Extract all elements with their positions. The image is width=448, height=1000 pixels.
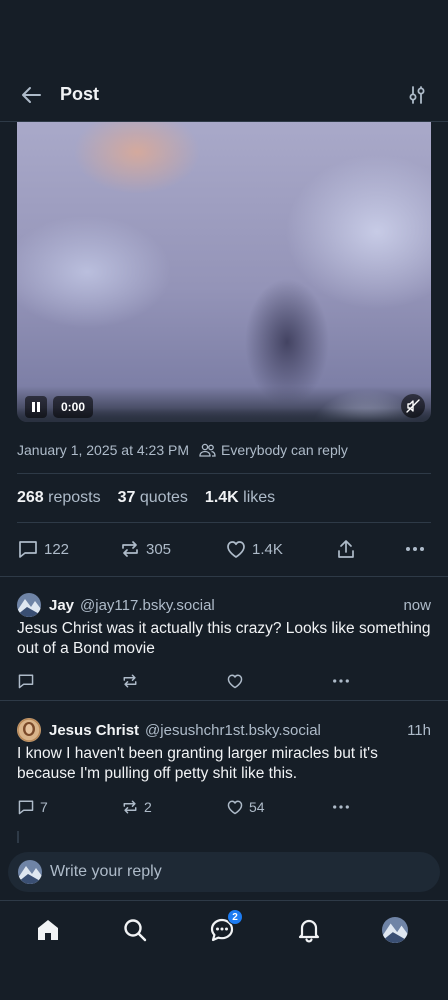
page-title: Post: [60, 84, 100, 104]
bottom-tab-bar: 2: [0, 900, 448, 1000]
reply-actions: 7 2 54: [17, 797, 431, 817]
reply-author-name[interactable]: Jay: [49, 597, 74, 614]
tab-profile[interactable]: [380, 915, 410, 945]
more-icon: [333, 805, 349, 809]
more-button[interactable]: [332, 671, 350, 691]
likes-count: 1.4K: [204, 489, 239, 506]
heart-icon: [227, 541, 245, 558]
divider: [0, 700, 448, 701]
tab-notifications[interactable]: [294, 915, 324, 945]
divider: [0, 576, 448, 577]
tab-chat[interactable]: 2: [207, 909, 243, 945]
comment-icon: [18, 674, 34, 689]
more-button[interactable]: [405, 537, 425, 561]
like-count: 54: [249, 799, 265, 815]
share-button[interactable]: [335, 537, 357, 561]
tab-home[interactable]: [33, 915, 63, 945]
reply-item[interactable]: Jesus Christ @jesushchr1st.bsky.social 1…: [0, 718, 448, 830]
post-meta: January 1, 2025 at 4:23 PM Everybody can…: [17, 442, 348, 458]
repost-icon: [123, 674, 137, 688]
divider: [17, 522, 431, 523]
reply-time: 11h: [407, 722, 431, 739]
back-arrow-icon: [22, 86, 41, 103]
reposts-label: reposts: [48, 489, 101, 506]
pause-icon: [32, 402, 40, 412]
chat-badge: 2: [227, 909, 243, 925]
top-bar: Post: [0, 68, 448, 122]
repost-button[interactable]: 305: [119, 537, 171, 561]
reply-text: I know I haven't been granting larger mi…: [17, 745, 378, 782]
likes-stat[interactable]: 1.4K likes: [205, 489, 275, 507]
reply-button[interactable]: 7: [17, 797, 48, 817]
comment-icon: [19, 541, 37, 558]
more-button[interactable]: [332, 797, 350, 817]
thread-settings-button[interactable]: [402, 80, 432, 110]
reply-author-handle[interactable]: @jesushchr1st.bsky.social: [145, 722, 321, 739]
reply-time: now: [403, 597, 431, 614]
quotes-stat[interactable]: 37 quotes: [118, 489, 188, 507]
avatar[interactable]: [17, 718, 41, 742]
post-date: January 1, 2025 at 4:23 PM: [17, 442, 189, 458]
post-stats: 268 reposts 37 quotes 1.4K likes: [17, 489, 275, 507]
mute-icon: [406, 399, 420, 413]
heart-icon: [227, 800, 243, 815]
reply-count: 7: [40, 799, 48, 815]
mute-button[interactable]: [401, 394, 425, 418]
post-actions: 122 305 1.4K: [17, 537, 431, 561]
reply-header: Jay @jay117.bsky.social: [17, 593, 215, 617]
thread-line: [17, 831, 19, 843]
share-icon: [338, 540, 354, 558]
tab-search[interactable]: [120, 915, 150, 945]
reply-actions: [17, 671, 431, 691]
video-controls: 0:00: [25, 396, 94, 418]
heart-icon: [227, 674, 243, 689]
repost-button[interactable]: [121, 671, 144, 691]
like-count: 1.4K: [252, 540, 283, 558]
comment-icon: [18, 800, 34, 815]
repost-count: 2: [144, 799, 152, 815]
reply-item[interactable]: Jay @jay117.bsky.social now Jesus Christ…: [0, 593, 448, 699]
avatar: [18, 860, 42, 884]
sliders-icon: [409, 86, 425, 104]
reply-header: Jesus Christ @jesushchr1st.bsky.social: [17, 718, 321, 742]
back-button[interactable]: [16, 80, 46, 110]
quotes-label: quotes: [139, 489, 188, 506]
reply-setting[interactable]: Everybody can reply: [199, 442, 348, 458]
reposts-count: 268: [17, 489, 44, 506]
like-button[interactable]: 1.4K: [225, 537, 283, 561]
home-icon: [38, 920, 58, 940]
reply-count: 122: [44, 540, 70, 558]
avatar: [382, 917, 408, 943]
repost-icon: [123, 800, 137, 814]
quotes-count: 37: [117, 489, 136, 506]
repost-count: 305: [146, 540, 172, 558]
reply-setting-label: Everybody can reply: [221, 442, 348, 458]
search-icon: [124, 919, 147, 942]
reply-author-name[interactable]: Jesus Christ: [49, 722, 139, 739]
video-player[interactable]: 0:00: [17, 122, 431, 422]
divider: [17, 473, 431, 474]
repost-icon: [122, 541, 138, 557]
like-button[interactable]: [226, 671, 249, 691]
reply-composer[interactable]: Write your reply: [8, 852, 440, 892]
avatar[interactable]: [17, 593, 41, 617]
people-icon: [199, 443, 216, 457]
like-button[interactable]: 54: [226, 797, 265, 817]
bell-icon: [298, 919, 320, 943]
reply-button[interactable]: [17, 671, 40, 691]
pause-button[interactable]: [25, 396, 47, 418]
video-time: 0:00: [53, 396, 94, 418]
reply-placeholder: Write your reply: [50, 863, 162, 880]
reply-author-handle[interactable]: @jay117.bsky.social: [80, 597, 215, 614]
reply-text: Jesus Christ was it actually this crazy?…: [17, 620, 431, 657]
reposts-stat[interactable]: 268 reposts: [17, 489, 101, 507]
reply-button[interactable]: 122: [17, 537, 69, 561]
repost-button[interactable]: 2: [121, 797, 152, 817]
more-icon: [406, 547, 424, 551]
more-icon: [333, 679, 349, 683]
likes-label: likes: [243, 489, 276, 506]
